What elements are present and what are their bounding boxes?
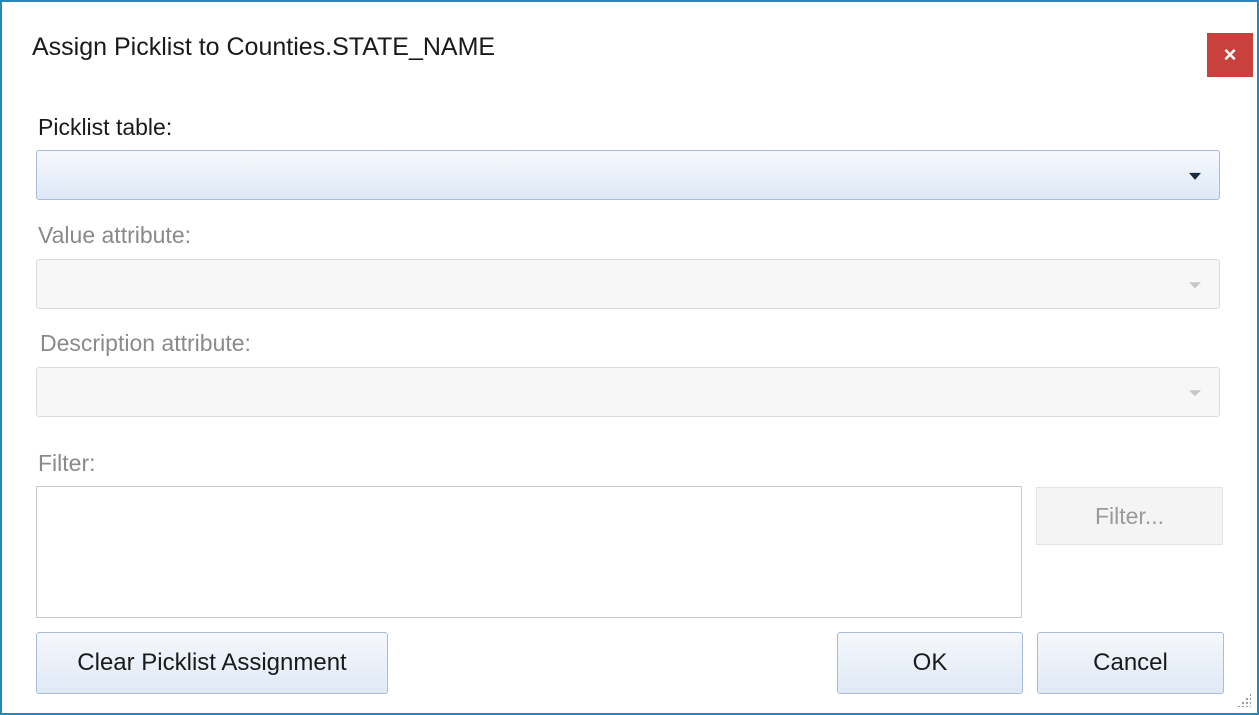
dropdown-arrow-icon bbox=[1189, 390, 1201, 397]
close-icon: × bbox=[1223, 42, 1237, 67]
filter-button[interactable]: Filter... bbox=[1036, 487, 1223, 545]
value-attribute-combobox[interactable] bbox=[36, 259, 1220, 309]
description-attribute-combobox[interactable] bbox=[36, 367, 1220, 417]
clear-picklist-assignment-button[interactable]: Clear Picklist Assignment bbox=[36, 632, 388, 694]
picklist-table-label: Picklist table: bbox=[38, 114, 173, 140]
filter-label: Filter: bbox=[38, 450, 96, 476]
dropdown-arrow-icon bbox=[1189, 282, 1201, 289]
description-attribute-label: Description attribute: bbox=[40, 330, 251, 356]
picklist-table-combobox[interactable] bbox=[36, 150, 1220, 200]
close-button[interactable]: × bbox=[1207, 33, 1253, 77]
dialog-title: Assign Picklist to Counties.STATE_NAME bbox=[32, 33, 496, 61]
resize-grip-icon[interactable] bbox=[1237, 693, 1251, 707]
dropdown-arrow-icon bbox=[1189, 172, 1201, 180]
cancel-button[interactable]: Cancel bbox=[1037, 632, 1224, 694]
ok-button[interactable]: OK bbox=[837, 632, 1023, 694]
filter-textarea[interactable] bbox=[36, 486, 1022, 618]
value-attribute-label: Value attribute: bbox=[38, 222, 192, 248]
assign-picklist-dialog: Assign Picklist to Counties.STATE_NAME ×… bbox=[0, 0, 1259, 715]
